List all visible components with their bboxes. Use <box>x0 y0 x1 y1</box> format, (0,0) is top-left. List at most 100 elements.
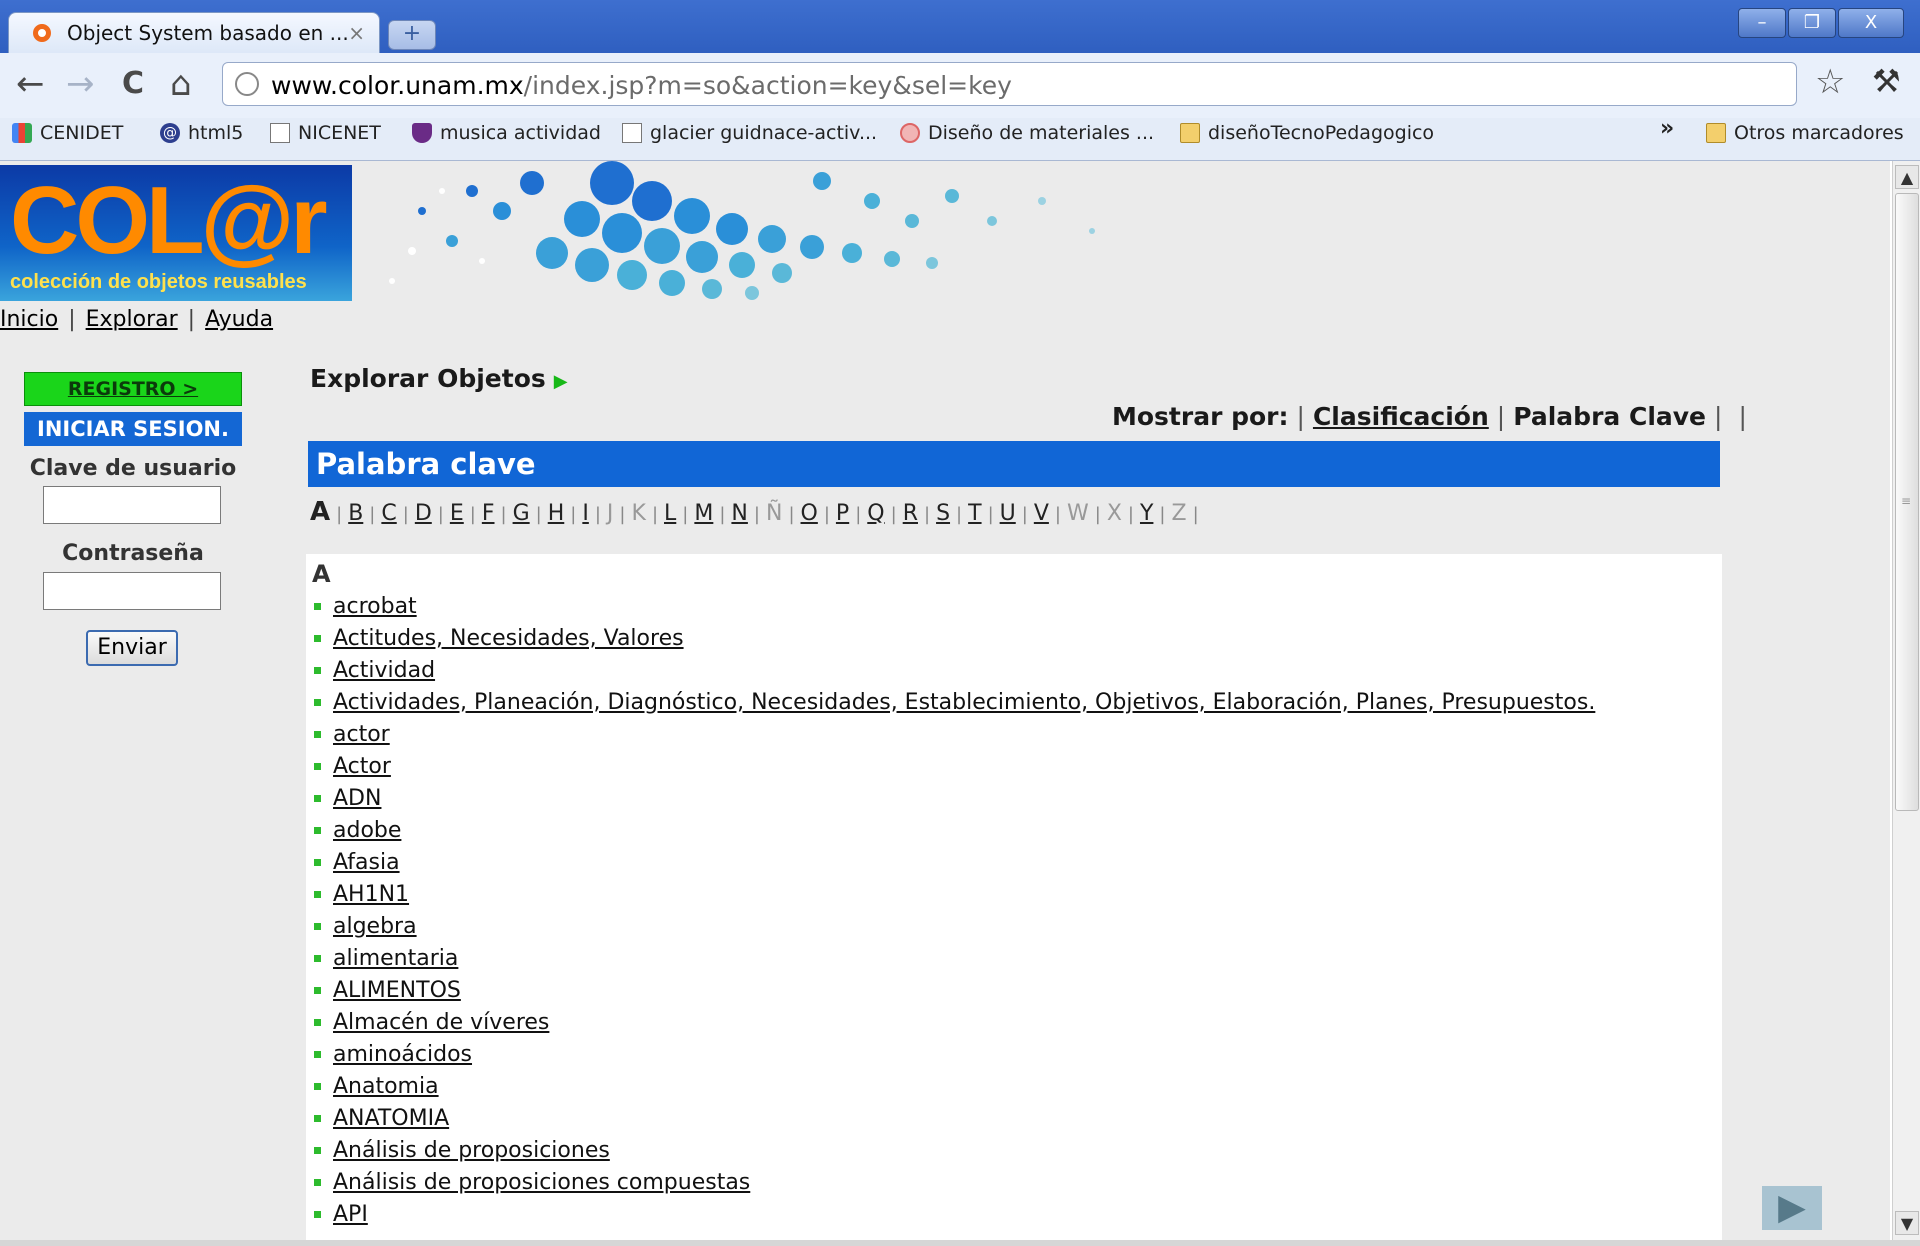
nav-inicio-link[interactable]: Inicio <box>0 307 58 332</box>
password-input[interactable] <box>43 572 221 610</box>
bookmark-diseno-tecno[interactable]: diseñoTecnoPedagogico <box>1180 122 1434 144</box>
letter-link[interactable]: M <box>694 501 713 526</box>
minimize-button[interactable]: – <box>1738 8 1786 38</box>
list-item: Actor <box>314 750 1595 782</box>
browser-tab[interactable]: Object System basado en ... × <box>8 12 380 53</box>
alphabet-letters: B | C | D | E | F | G | H | I | J | K | L | M | N | Ñ | O | P | Q | R | S | T |… <box>348 501 1204 526</box>
separator: | <box>402 504 409 525</box>
keyword-link[interactable]: ANATOMIA <box>333 1106 449 1131</box>
scroll-down-icon[interactable]: ▼ <box>1895 1211 1919 1235</box>
bookmark-html5[interactable]: @ html5 <box>160 122 243 144</box>
letter-link[interactable]: F <box>482 501 495 526</box>
list-letter-heading: A <box>312 560 331 588</box>
vertical-scrollbar[interactable]: ▲ ≡ ▼ <box>1892 161 1920 1246</box>
letter-link[interactable]: H <box>548 501 565 526</box>
letter-link[interactable]: P <box>836 501 849 526</box>
keyword-link[interactable]: Actitudes, Necesidades, Valores <box>333 626 684 651</box>
clasificacion-link[interactable]: Clasificación <box>1313 402 1489 431</box>
letter-link: Ñ <box>765 501 783 526</box>
letter-link[interactable]: R <box>903 501 918 526</box>
list-item: ANATOMIA <box>314 1102 1595 1134</box>
letter-link[interactable]: C <box>381 501 396 526</box>
bullet-icon <box>314 954 321 962</box>
letter-link[interactable]: N <box>731 501 747 526</box>
nav-explorar-link[interactable]: Explorar <box>86 307 178 332</box>
letter-link[interactable]: V <box>1034 501 1049 526</box>
bullet-icon <box>314 1210 321 1218</box>
letter-link[interactable]: T <box>968 501 981 526</box>
bullet-icon <box>314 826 321 834</box>
letter-link[interactable]: Q <box>867 501 884 526</box>
letter-link: Z <box>1171 501 1187 526</box>
letter-link[interactable]: B <box>348 501 363 526</box>
logo-text: COL@r <box>10 167 328 274</box>
letter-link[interactable]: G <box>513 501 530 526</box>
scroll-up-icon[interactable]: ▲ <box>1895 165 1919 189</box>
letter-link[interactable]: D <box>415 501 432 526</box>
keyword-link[interactable]: Actor <box>333 754 391 779</box>
letter-link[interactable]: I <box>582 501 589 526</box>
new-tab-button[interactable]: + <box>388 20 436 50</box>
home-icon[interactable]: ⌂ <box>170 64 192 104</box>
separator: | <box>923 504 931 525</box>
keyword-link[interactable]: ALIMENTOS <box>333 978 461 1003</box>
keyword-link[interactable]: Análisis de proposiciones compuestas <box>333 1170 750 1195</box>
keyword-link[interactable]: algebra <box>333 914 417 939</box>
other-bookmarks[interactable]: Otros marcadores <box>1706 122 1904 144</box>
forward-arrow-icon[interactable]: → <box>66 64 95 104</box>
bookmark-cenidet[interactable]: CENIDET <box>12 122 123 144</box>
list-item: Anatomia <box>314 1070 1595 1102</box>
bullet-icon <box>314 730 321 738</box>
keyword-link[interactable]: API <box>333 1202 368 1227</box>
address-bar[interactable]: www.color.unam.mx/index.jsp?m=so&action=… <box>222 62 1797 106</box>
at-icon: @ <box>160 123 180 143</box>
list-item: ALIMENTOS <box>314 974 1595 1006</box>
letter-link[interactable]: S <box>936 501 950 526</box>
keyword-link[interactable]: Almacén de víveres <box>333 1010 549 1035</box>
back-arrow-icon[interactable]: ← <box>16 64 45 104</box>
letter-link[interactable]: O <box>801 501 818 526</box>
bookmarks-overflow-icon[interactable]: » <box>1660 116 1674 141</box>
keyword-link[interactable]: acrobat <box>333 594 417 619</box>
bookmark-nicenet[interactable]: NICENET <box>270 122 381 144</box>
keyword-link[interactable]: Actividades, Planeación, Diagnóstico, Ne… <box>333 690 1595 715</box>
bookmark-musica[interactable]: musica actividad <box>412 122 601 144</box>
keyword-link[interactable]: adobe <box>333 818 401 843</box>
bullet-icon <box>314 634 321 642</box>
keyword-link[interactable]: Análisis de proposiciones <box>333 1138 610 1163</box>
bullet-icon <box>314 1114 321 1122</box>
letter-link[interactable]: Y <box>1140 501 1153 526</box>
keyword-link[interactable]: aminoácidos <box>333 1042 472 1067</box>
keyword-link[interactable]: alimentaria <box>333 946 458 971</box>
close-window-button[interactable]: X <box>1838 8 1904 38</box>
bookmark-diseno-materiales[interactable]: Diseño de materiales ... <box>900 122 1154 144</box>
user-input[interactable] <box>43 486 221 524</box>
bookmark-glacier[interactable]: glacier guidnace-activ... <box>622 122 877 144</box>
keyword-link[interactable]: Actividad <box>333 658 435 683</box>
keyword-link[interactable]: AH1N1 <box>333 882 409 907</box>
site-logo[interactable]: COL@r colección de objetos reusables <box>0 165 352 301</box>
wrench-menu-icon[interactable]: ⚒ <box>1872 62 1901 100</box>
keyword-link[interactable]: ADN <box>333 786 381 811</box>
letter-link[interactable]: E <box>450 501 464 526</box>
nav-ayuda-link[interactable]: Ayuda <box>205 307 273 332</box>
reload-icon[interactable]: C <box>122 64 144 104</box>
tab-close-icon[interactable]: × <box>348 21 365 45</box>
registro-button[interactable]: REGISTRO > <box>24 372 242 406</box>
nav-separator: | <box>68 307 76 332</box>
letter-link[interactable]: L <box>664 501 676 526</box>
bullet-icon <box>314 890 321 898</box>
scrollbar-thumb[interactable]: ≡ <box>1895 193 1919 811</box>
separator: | <box>682 504 689 525</box>
keyword-link[interactable]: actor <box>333 722 390 747</box>
keyword-link[interactable]: Afasia <box>333 850 400 875</box>
letter-link[interactable]: U <box>1000 501 1016 526</box>
enviar-button[interactable]: Enviar <box>86 630 178 666</box>
keyword-link[interactable]: Anatomia <box>333 1074 439 1099</box>
bookmark-star-icon[interactable]: ☆ <box>1815 62 1845 102</box>
restore-button[interactable]: ❐ <box>1788 8 1836 38</box>
grip-icon: ≡ <box>1901 494 1912 508</box>
url-text: www.color.unam.mx/index.jsp?m=so&action=… <box>271 71 1012 100</box>
next-play-button[interactable]: ▶ <box>1762 1186 1822 1230</box>
bookmark-label: diseñoTecnoPedagogico <box>1208 122 1435 144</box>
